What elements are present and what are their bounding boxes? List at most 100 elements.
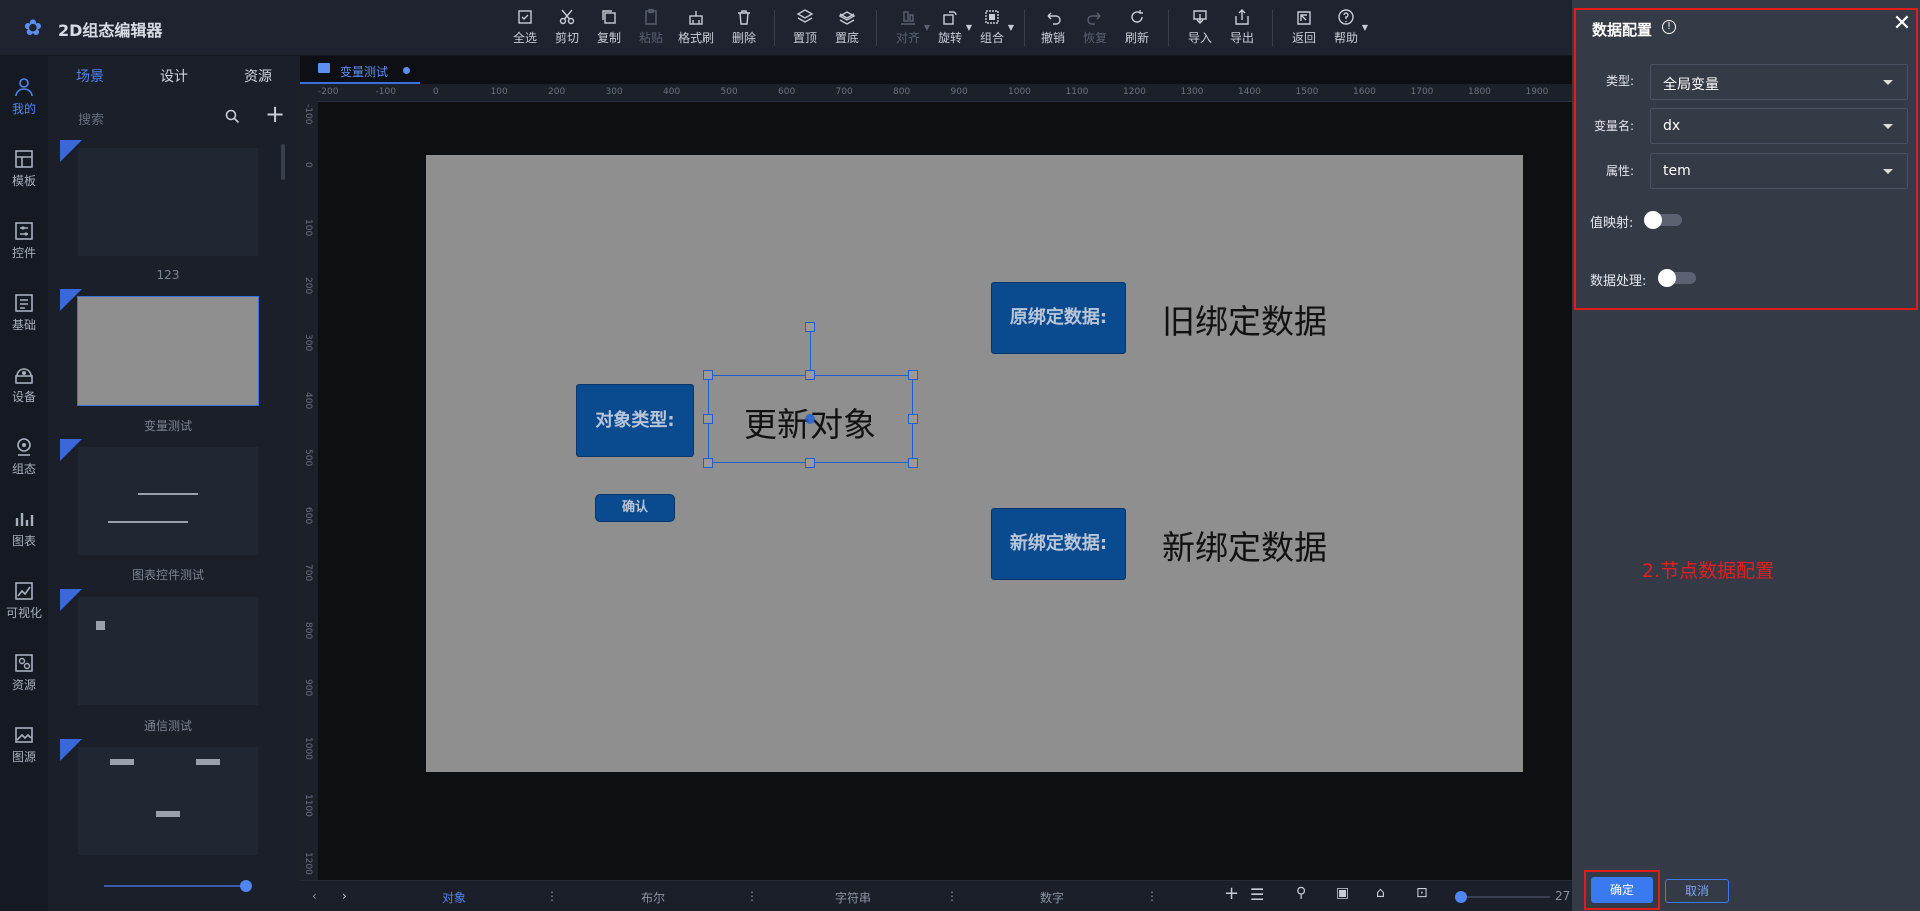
editor-tab[interactable]: 变量测试	[300, 56, 420, 84]
select-all-button[interactable]: 全选	[504, 6, 546, 52]
device-icon	[15, 368, 33, 384]
format-brush-button[interactable]: 格式刷	[675, 6, 717, 52]
info-icon[interactable]: !	[1662, 20, 1676, 34]
nav-item-visualization[interactable]: 可视化	[0, 574, 48, 636]
original-data-label[interactable]: 原绑定数据:	[991, 282, 1126, 354]
refresh-button[interactable]: 刷新	[1116, 6, 1158, 52]
close-icon[interactable]: ✕	[1892, 13, 1912, 35]
value-map-label: 值映射:	[1590, 216, 1634, 231]
fit-screen-icon[interactable]: ⊡	[1416, 885, 1428, 901]
back-button[interactable]: 返回	[1283, 6, 1325, 52]
device-icon[interactable]: ⌂	[1376, 885, 1385, 901]
more-icon[interactable]: ⋮	[946, 889, 958, 903]
tab-design[interactable]: 设计	[132, 66, 216, 90]
tab-boolean[interactable]: 布尔	[641, 889, 665, 906]
cut-button[interactable]: 剪切	[546, 6, 588, 52]
more-icon[interactable]: ⋮	[746, 889, 758, 903]
align-button[interactable]: 对齐 ▼	[887, 6, 930, 52]
nav-item-scada[interactable]: 组态	[0, 430, 48, 492]
layers-up-icon	[796, 9, 814, 23]
paste-button[interactable]: 粘贴	[630, 6, 672, 52]
nav-item-device[interactable]: 设备	[0, 358, 48, 420]
ruler-tick-label: 1800	[1468, 87, 1491, 97]
undo-button[interactable]: 撤销	[1032, 6, 1074, 52]
export-button[interactable]: 导出	[1221, 6, 1263, 52]
scene-thumb-4[interactable]	[60, 589, 258, 705]
type-select[interactable]: 全局变量	[1650, 64, 1908, 100]
cut-label: 剪切	[554, 31, 579, 45]
redo-button[interactable]: 恢复	[1074, 6, 1116, 52]
zoom-slider-handle[interactable]	[1455, 891, 1467, 903]
cancel-button[interactable]: 取消	[1665, 879, 1729, 903]
new-data-value[interactable]: 新绑定数据	[1162, 521, 1327, 569]
nav-item-template[interactable]: 模板	[0, 142, 48, 204]
import-label: 导入	[1187, 31, 1212, 45]
more-icon[interactable]: ⋮	[1146, 889, 1158, 903]
tab-string[interactable]: 字符串	[835, 889, 871, 906]
tab-resource[interactable]: 资源	[216, 66, 300, 90]
rotate-handle[interactable]	[805, 322, 815, 332]
chevron-down-icon	[1883, 169, 1893, 174]
resize-handle[interactable]	[908, 414, 918, 424]
original-data-value[interactable]: 旧绑定数据	[1162, 295, 1327, 343]
resize-handle[interactable]	[703, 458, 713, 468]
resize-handle[interactable]	[908, 458, 918, 468]
delete-button[interactable]: 删除	[723, 6, 765, 52]
ruler-tick-label: 400	[663, 87, 681, 97]
scene-thumb-3[interactable]	[60, 439, 258, 555]
nav-item-resource[interactable]: 资源	[0, 646, 48, 708]
attribute-select[interactable]: tem	[1650, 153, 1908, 189]
add-variable-icon[interactable]: +	[1224, 883, 1239, 904]
data-processing-toggle[interactable]	[1658, 269, 1696, 287]
nav-item-mine[interactable]: 我的	[0, 70, 48, 132]
thumb-size-slider-handle[interactable]	[240, 880, 252, 892]
more-icon[interactable]: ⋮	[546, 889, 558, 903]
import-button[interactable]: 导入	[1179, 6, 1221, 52]
select-all-icon	[518, 10, 532, 24]
confirm-button[interactable]: 确认	[595, 494, 675, 522]
confirm-ok-button[interactable]: 确定	[1591, 877, 1653, 903]
rotate-button[interactable]: 旋转 ▼	[929, 6, 972, 52]
next-arrow-icon[interactable]: ›	[342, 889, 347, 903]
scene-thumb-1[interactable]	[60, 140, 258, 256]
search-input[interactable]: 搜索	[68, 106, 246, 132]
code-icon[interactable]: ▣	[1336, 885, 1349, 901]
tab-scene[interactable]: 场景	[48, 66, 132, 90]
nav-item-basic[interactable]: 基础	[0, 286, 48, 348]
search-placeholder: 搜索	[78, 113, 105, 128]
group-button[interactable]: 组合 ▼	[971, 6, 1014, 52]
add-scene-button[interactable]: +	[264, 102, 286, 126]
resize-handle[interactable]	[703, 414, 713, 424]
nav-item-image-source[interactable]: 图源	[0, 718, 48, 780]
scene-canvas[interactable]: 对象类型: 更新对象 确认 原绑定数据: 旧绑定数据 新绑定数据: 新绑定数据	[426, 155, 1523, 772]
scene-thumb-2[interactable]	[60, 289, 259, 406]
value-map-toggle[interactable]	[1644, 211, 1682, 229]
thumb-size-slider-track[interactable]	[104, 885, 246, 887]
send-bottom-button[interactable]: 置底	[826, 6, 868, 52]
resize-handle[interactable]	[703, 370, 713, 380]
help-button[interactable]: 帮助 ▼	[1325, 6, 1368, 52]
library-scrollbar[interactable]	[281, 144, 285, 180]
new-data-label[interactable]: 新绑定数据:	[991, 508, 1126, 580]
basic-shapes-icon	[15, 294, 33, 312]
select-all-label: 全选	[512, 31, 537, 45]
bring-top-button[interactable]: 置顶	[784, 6, 826, 52]
variable-name-select[interactable]: dx	[1650, 108, 1908, 144]
resize-handle[interactable]	[805, 458, 815, 468]
tab-object[interactable]: 对象	[442, 889, 466, 906]
resize-handle[interactable]	[805, 370, 815, 380]
nav-item-controls[interactable]: 控件	[0, 214, 48, 276]
resize-handle[interactable]	[908, 370, 918, 380]
nav-item-chart[interactable]: 图表	[0, 502, 48, 564]
copy-button[interactable]: 复制	[588, 6, 630, 52]
tab-number[interactable]: 数字	[1040, 889, 1064, 906]
list-icon[interactable]: ☰	[1250, 885, 1264, 904]
prev-arrow-icon[interactable]: ‹	[312, 889, 317, 903]
zoom-slider-track[interactable]	[1458, 896, 1550, 898]
scene-thumb-5[interactable]	[60, 739, 258, 855]
center-anchor-icon[interactable]	[805, 414, 815, 424]
search-icon[interactable]	[224, 108, 242, 126]
ruler-tick-label: 1400	[1238, 87, 1261, 97]
object-type-button[interactable]: 对象类型:	[576, 384, 694, 457]
link-icon[interactable]: ⚲	[1296, 885, 1306, 901]
